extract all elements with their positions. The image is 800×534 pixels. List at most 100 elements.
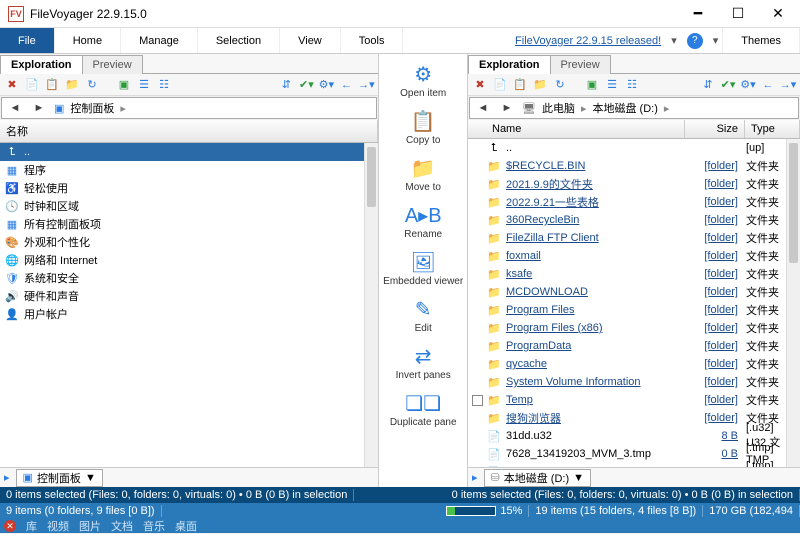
tab-exploration-right[interactable]: Exploration xyxy=(468,55,551,74)
help-dropdown[interactable]: ▾ xyxy=(709,28,723,53)
list-item[interactable]: 📁Program Files[folder]文件夹 xyxy=(468,301,800,319)
right-scrollbar[interactable] xyxy=(786,139,800,467)
help-icon[interactable]: ? xyxy=(687,33,703,49)
center-action[interactable]: ✎Edit xyxy=(379,295,467,334)
refresh-icon[interactable]: ↻ xyxy=(552,77,568,93)
list-item[interactable]: 📁Temp[folder]文件夹 xyxy=(468,391,800,409)
list-item[interactable]: 🛡系统和安全 xyxy=(0,269,378,287)
col-name-left[interactable]: 名称 xyxy=(0,120,378,142)
close-button[interactable]: ✕ xyxy=(758,0,798,28)
center-action[interactable]: A▸BRename xyxy=(379,201,467,240)
right-list[interactable]: ⮤..[up]📁$RECYCLE.BIN[folder]文件夹📁2021.9.9… xyxy=(468,139,800,467)
quick-desktop[interactable]: 桌面 xyxy=(175,518,197,534)
left-scrollbar[interactable] xyxy=(364,143,378,467)
list-item[interactable]: ▦程序 xyxy=(0,161,378,179)
center-action[interactable]: ⚙Open item xyxy=(379,60,467,99)
delete-icon[interactable]: ✖ xyxy=(472,77,488,93)
menu-home[interactable]: Home xyxy=(55,28,121,53)
list-item[interactable]: 🔊硬件和声音 xyxy=(0,287,378,305)
newfolder-icon[interactable]: 📁 xyxy=(532,77,548,93)
list-item[interactable]: 📄7628_13419203_MVM_4.tmp0 B[.tmp] TMP xyxy=(468,463,800,467)
list-item[interactable]: 📁ksafe[folder]文件夹 xyxy=(468,265,800,283)
filter-icon[interactable]: ▣ xyxy=(116,77,132,93)
tab-exploration-left[interactable]: Exploration xyxy=(0,55,83,74)
right-breadcrumb[interactable]: ◄ ► 🖥 此电脑 ▸ 本地磁盘 (D:) ▸ xyxy=(469,97,799,119)
list-item[interactable]: 📁2022.9.21一些表格[folder]文件夹 xyxy=(468,193,800,211)
list-item[interactable]: 📁360RecycleBin[folder]文件夹 xyxy=(468,211,800,229)
checkbox[interactable] xyxy=(472,395,483,406)
fwd-icon[interactable]: →▾ xyxy=(780,77,796,93)
list-item[interactable]: 📁foxmail[folder]文件夹 xyxy=(468,247,800,265)
breadcrumb-root[interactable]: 控制面板 xyxy=(70,100,114,116)
filter-icon[interactable]: ▣ xyxy=(584,77,600,93)
fwd-icon[interactable]: →▾ xyxy=(358,77,374,93)
gear-icon[interactable]: ⚙▾ xyxy=(318,77,334,93)
gear-icon[interactable]: ⚙▾ xyxy=(740,77,756,93)
paste-icon[interactable]: 📋 xyxy=(512,77,528,93)
minimize-button[interactable]: ━ xyxy=(678,0,718,28)
release-dropdown[interactable]: ▾ xyxy=(667,28,681,53)
list-item[interactable]: 🌐网络和 Internet xyxy=(0,251,378,269)
back-icon[interactable]: ← xyxy=(338,77,354,93)
list-item[interactable]: ⮤.. xyxy=(0,143,378,161)
list-item[interactable]: 📁Program Files (x86)[folder]文件夹 xyxy=(468,319,800,337)
quickbar-close-icon[interactable]: ✕ xyxy=(4,520,16,532)
list-item[interactable]: 📁System Volume Information[folder]文件夹 xyxy=(468,373,800,391)
quick-pic[interactable]: 图片 xyxy=(79,518,101,534)
nav-left-icon[interactable]: ◄ xyxy=(6,102,24,114)
list-item[interactable]: 📁qycache[folder]文件夹 xyxy=(468,355,800,373)
release-link[interactable]: FileVoyager 22.9.15 released! xyxy=(509,28,667,53)
menu-manage[interactable]: Manage xyxy=(121,28,198,53)
menu-selection[interactable]: Selection xyxy=(198,28,280,53)
center-action[interactable]: ⇄Invert panes xyxy=(379,342,467,381)
col-name-right[interactable]: Name xyxy=(468,120,685,138)
check-icon[interactable]: ✔▾ xyxy=(298,77,314,93)
list-item[interactable]: ⮤..[up] xyxy=(468,139,800,157)
tab-preview-left[interactable]: Preview xyxy=(82,55,143,74)
right-drive-selector[interactable]: ⛁ 本地磁盘 (D:) ▼ xyxy=(484,469,592,487)
sort-icon[interactable]: ⇵ xyxy=(700,77,716,93)
menu-themes[interactable]: Themes xyxy=(722,28,800,53)
expand-icon[interactable]: ▸ xyxy=(4,471,10,484)
copy-icon[interactable]: 📄 xyxy=(492,77,508,93)
breadcrumb-drive[interactable]: 本地磁盘 (D:) xyxy=(593,100,658,116)
tab-preview-right[interactable]: Preview xyxy=(550,55,611,74)
list-item[interactable]: 🕓时钟和区域 xyxy=(0,197,378,215)
nav-right-icon[interactable]: ► xyxy=(30,102,48,114)
col-size-right[interactable]: Size xyxy=(685,120,745,138)
left-breadcrumb[interactable]: ◄ ► ▣ 控制面板 ▸ xyxy=(1,97,377,119)
quick-music[interactable]: 音乐 xyxy=(143,518,165,534)
refresh-icon[interactable]: ↻ xyxy=(84,77,100,93)
newfolder-icon[interactable]: 📁 xyxy=(64,77,80,93)
center-action[interactable]: 📁Move to xyxy=(379,154,467,193)
center-action[interactable]: ❏❏Duplicate pane xyxy=(379,389,467,428)
expand-icon[interactable]: ▸ xyxy=(472,471,478,484)
list-item[interactable]: 📁$RECYCLE.BIN[folder]文件夹 xyxy=(468,157,800,175)
list-item[interactable]: 👤用户帐户 xyxy=(0,305,378,323)
col-type-right[interactable]: Type xyxy=(745,120,800,138)
quick-video[interactable]: 视频 xyxy=(47,518,69,534)
breadcrumb-pc[interactable]: 此电脑 xyxy=(542,100,575,116)
view1-icon[interactable]: ☰ xyxy=(604,77,620,93)
menu-tools[interactable]: Tools xyxy=(341,28,404,53)
list-item[interactable]: ▦所有控制面板项 xyxy=(0,215,378,233)
copy-icon[interactable]: 📄 xyxy=(24,77,40,93)
nav-left-icon[interactable]: ◄ xyxy=(474,102,492,114)
view1-icon[interactable]: ☰ xyxy=(136,77,152,93)
check-icon[interactable]: ✔▾ xyxy=(720,77,736,93)
list-item[interactable]: 📁2021.9.9的文件夹[folder]文件夹 xyxy=(468,175,800,193)
view2-icon[interactable]: ☷ xyxy=(156,77,172,93)
list-item[interactable]: ♿轻松使用 xyxy=(0,179,378,197)
menu-file[interactable]: File xyxy=(0,28,55,53)
menu-view[interactable]: View xyxy=(280,28,341,53)
quick-lib[interactable]: 库 xyxy=(26,518,37,534)
delete-icon[interactable]: ✖ xyxy=(4,77,20,93)
list-item[interactable]: 📁FileZilla FTP Client[folder]文件夹 xyxy=(468,229,800,247)
left-drive-selector[interactable]: ▣ 控制面板 ▼ xyxy=(16,469,103,487)
paste-icon[interactable]: 📋 xyxy=(44,77,60,93)
center-action[interactable]: 🖼Embedded viewer xyxy=(379,248,467,287)
list-item[interactable]: 📁ProgramData[folder]文件夹 xyxy=(468,337,800,355)
nav-right-icon[interactable]: ► xyxy=(498,102,516,114)
list-item[interactable]: 🎨外观和个性化 xyxy=(0,233,378,251)
sort-icon[interactable]: ⇵ xyxy=(278,77,294,93)
